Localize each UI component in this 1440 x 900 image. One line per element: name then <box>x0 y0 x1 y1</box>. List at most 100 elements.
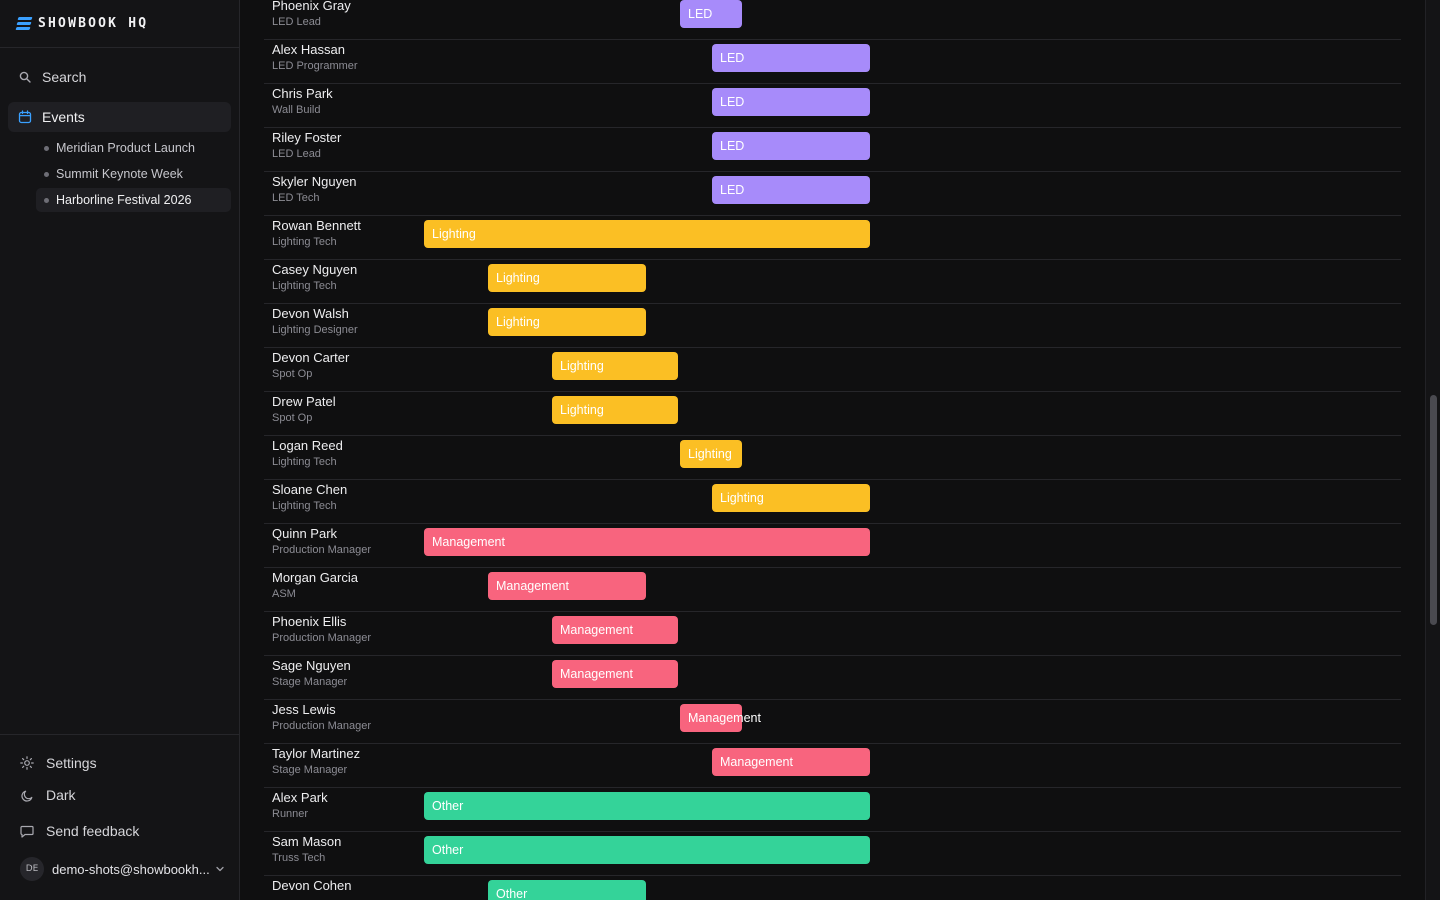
assignment-bar[interactable]: Lighting <box>488 308 646 336</box>
assignment-bar[interactable]: Lighting <box>552 352 678 380</box>
crew-name: Riley Foster <box>272 130 342 145</box>
crew-role: Wall Build <box>272 104 321 116</box>
crew-member: Sam Mason Truss Tech <box>272 834 341 866</box>
crew-row[interactable]: Alex Park Runner Other <box>264 788 1401 832</box>
crew-row[interactable]: Sam Mason Truss Tech Other <box>264 832 1401 876</box>
chat-bubble-icon <box>20 824 34 838</box>
crew-member: Phoenix Ellis Production Manager <box>272 614 371 646</box>
theme-toggle[interactable]: Dark <box>0 781 240 809</box>
event-item-summit[interactable]: Summit Keynote Week <box>36 162 231 186</box>
crew-row[interactable]: Phoenix Ellis Production Manager Managemen… <box>264 612 1401 656</box>
send-feedback-button[interactable]: Send feedback <box>0 817 240 845</box>
assignment-bar[interactable]: LED <box>680 0 742 28</box>
crew-name: Morgan Garcia <box>272 570 358 585</box>
assignment-bar[interactable]: Other <box>424 836 870 864</box>
crew-name: Devon Walsh <box>272 306 349 321</box>
crew-row[interactable]: Alex Hassan LED Programmer LED <box>264 40 1401 84</box>
crew-row[interactable]: Morgan Garcia ASM Management <box>264 568 1401 612</box>
feedback-label: Send feedback <box>46 823 140 839</box>
event-item-harborline[interactable]: Harborline Festival 2026 <box>36 188 231 212</box>
crew-name: Chris Park <box>272 86 333 101</box>
assignment-bar[interactable]: Other <box>488 880 646 900</box>
assignment-bar[interactable]: Management <box>552 660 678 688</box>
crew-row[interactable]: Quinn Park Production Manager Management <box>264 524 1401 568</box>
crew-member: Alex Park Runner <box>272 790 328 822</box>
event-item-meridian[interactable]: Meridian Product Launch <box>36 136 231 160</box>
vertical-scrollbar[interactable] <box>1425 0 1440 900</box>
assignment-bar[interactable]: Lighting <box>552 396 678 424</box>
crew-row[interactable]: Riley Foster LED Lead LED <box>264 128 1401 172</box>
crew-row[interactable]: Logan Reed Lighting Tech Lighting <box>264 436 1401 480</box>
assignment-bar[interactable]: Management <box>712 748 870 776</box>
crew-row[interactable]: Sloane Chen Lighting Tech Lighting <box>264 480 1401 524</box>
assignment-bar[interactable]: Lighting <box>680 440 742 468</box>
app-window: SHOWBOOK HQ Search Events Meridian Produ… <box>0 0 1440 900</box>
avatar: DE <box>20 857 44 881</box>
crew-member: Drew Patel Spot Op <box>272 394 336 426</box>
crew-role: Production Manager <box>272 632 372 644</box>
assignment-bar[interactable]: Lighting <box>712 484 870 512</box>
assignment-bar[interactable]: Other <box>424 792 870 820</box>
brand-name: SHOWBOOK HQ <box>38 16 149 31</box>
chevron-down-icon <box>216 864 224 874</box>
crew-name: Alex Hassan <box>272 42 345 57</box>
crew-member: Casey Nguyen Lighting Tech <box>272 262 357 294</box>
crew-row[interactable]: Jess Lewis Production Manager Management <box>264 700 1401 744</box>
sidebar-item-search[interactable]: Search <box>8 62 231 92</box>
scrollbar-thumb[interactable] <box>1430 395 1437 625</box>
crew-member: Quinn Park Production Manager <box>272 526 371 558</box>
crew-member: Phoenix Gray LED Lead <box>272 0 351 30</box>
crew-row[interactable]: Devon Walsh Lighting Designer Lighting <box>264 304 1401 348</box>
assignment-bar[interactable]: Lighting <box>424 220 870 248</box>
assignment-bar[interactable]: Lighting <box>488 264 646 292</box>
crew-member: Morgan Garcia ASM <box>272 570 358 602</box>
crew-row[interactable]: Skyler Nguyen LED Tech LED <box>264 172 1401 216</box>
bullet-icon <box>44 171 49 177</box>
crew-row[interactable]: Casey Nguyen Lighting Tech Lighting <box>264 260 1401 304</box>
crew-name: Phoenix Ellis <box>272 614 347 629</box>
event-label: Summit Keynote Week <box>56 167 183 181</box>
sidebar-item-events[interactable]: Events <box>8 102 231 132</box>
crew-member: Sage Nguyen Stage Manager <box>272 658 351 690</box>
sidebar-item-label: Search <box>42 69 87 85</box>
crew-row[interactable]: Phoenix Gray LED Lead LED <box>264 0 1401 40</box>
crew-role: Production Manager <box>272 720 372 732</box>
crew-row[interactable]: Taylor Martinez Stage Manager Management <box>264 744 1401 788</box>
crew-name: Logan Reed <box>272 438 343 453</box>
assignment-bar[interactable]: Management <box>680 704 761 732</box>
assignment-bar[interactable]: Management <box>488 572 646 600</box>
crew-role: Spot Op <box>272 412 313 424</box>
crew-row[interactable]: Drew Patel Spot Op Lighting <box>264 392 1401 436</box>
assignment-bar[interactable]: Management <box>424 528 870 556</box>
sidebar-item-label: Events <box>42 109 85 125</box>
crew-role: ASM <box>272 588 296 600</box>
brand-header[interactable]: SHOWBOOK HQ <box>0 0 239 48</box>
crew-row[interactable]: Devon Carter Spot Op Lighting <box>264 348 1401 392</box>
crew-role: Truss Tech <box>272 852 326 864</box>
crew-row[interactable]: Chris Park Wall Build LED <box>264 84 1401 128</box>
crew-name: Rowan Bennett <box>272 218 361 233</box>
crew-name: Quinn Park <box>272 526 338 541</box>
assignment-bar[interactable]: Management <box>552 616 678 644</box>
crew-member: Skyler Nguyen LED Tech <box>272 174 357 206</box>
event-label: Harborline Festival 2026 <box>56 193 192 207</box>
assignment-bar[interactable]: LED <box>712 176 870 204</box>
crew-member: Devon Walsh Lighting Designer <box>272 306 358 338</box>
crew-member: Chris Park Wall Build <box>272 86 333 118</box>
user-menu[interactable]: DE demo-shots@showbookh... <box>0 855 240 883</box>
user-email: demo-shots@showbookh... <box>52 861 210 877</box>
crew-role: Lighting Tech <box>272 236 337 248</box>
crew-role: LED Programmer <box>272 60 358 72</box>
settings-button[interactable]: Settings <box>0 749 240 777</box>
crew-name: Alex Park <box>272 790 328 805</box>
crew-name: Phoenix Gray <box>272 0 351 13</box>
crew-row[interactable]: Sage Nguyen Stage Manager Management <box>264 656 1401 700</box>
sidebar: SHOWBOOK HQ Search Events Meridian Produ… <box>0 0 240 900</box>
assignment-bar[interactable]: LED <box>712 44 870 72</box>
crew-row[interactable]: Devon Cohen Other <box>264 876 1401 900</box>
crew-row[interactable]: Rowan Bennett Lighting Tech Lighting <box>264 216 1401 260</box>
crew-name: Sam Mason <box>272 834 342 849</box>
assignment-bar[interactable]: LED <box>712 132 870 160</box>
crew-name: Sage Nguyen <box>272 658 351 673</box>
assignment-bar[interactable]: LED <box>712 88 870 116</box>
